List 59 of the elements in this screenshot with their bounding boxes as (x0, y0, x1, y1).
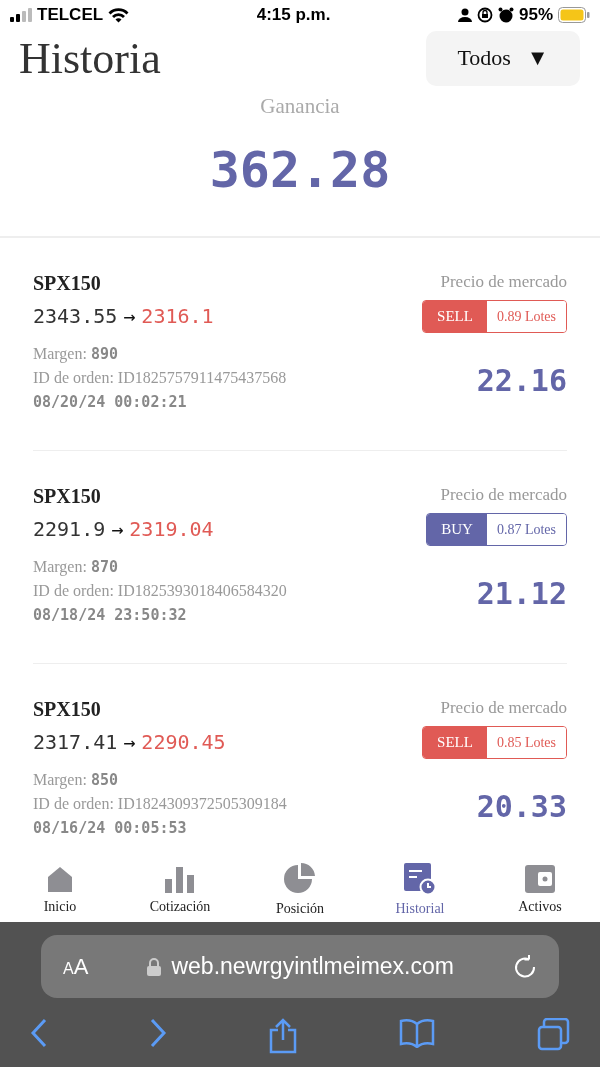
wifi-icon (108, 7, 130, 23)
open-price: 2291.9 (33, 517, 106, 541)
tab-bar-item[interactable]: Inicio (0, 858, 120, 922)
symbol-name: SPX150 (33, 485, 102, 509)
url-text: web.newrgyintlmeimex.com (171, 953, 454, 980)
open-price: 2343.55 (33, 304, 118, 328)
arrow-glyph: → (123, 304, 136, 328)
arrow-glyph: → (111, 517, 124, 541)
rotation-lock-icon (476, 7, 493, 23)
pie-chart-icon (284, 863, 316, 895)
symbol-name: SPX150 (33, 698, 102, 722)
side-lots-badge: BUY 0.87 Lotes (426, 513, 567, 546)
order-id-text: ID de orden: ID1825393018406584320 (33, 581, 287, 601)
open-price: 2317.41 (33, 730, 118, 754)
filter-dropdown[interactable]: Todos ▼ (426, 30, 580, 86)
order-datetime: 08/16/24 00:05:53 (33, 818, 188, 839)
address-bar[interactable]: AA web.newrgyintlmeimex.com (41, 935, 559, 998)
symbol-name: SPX150 (33, 272, 102, 296)
battery-percent: 95% (518, 5, 553, 25)
order-id-text: ID de orden: ID1824309372505309184 (33, 794, 287, 814)
order-type: Precio de mercado (440, 485, 567, 506)
margin-text: Margen: 890 (33, 344, 119, 365)
margin-text: Margen: 870 (33, 557, 119, 578)
profit-label: Ganancia (260, 94, 340, 119)
close-price: 2319.04 (129, 517, 214, 541)
margin-text: Margen: 850 (33, 770, 119, 791)
tab-bar-item[interactable]: Activos (480, 858, 600, 922)
profit-total: 362.28 (209, 141, 391, 199)
order-type: Precio de mercado (440, 272, 567, 293)
tab-bar-item[interactable]: Cotización (120, 858, 240, 922)
arrow-glyph: → (123, 730, 136, 754)
share-icon[interactable] (268, 1018, 298, 1054)
close-price: 2316.1 (141, 304, 214, 328)
lock-icon (147, 957, 162, 976)
bar-chart-icon (164, 865, 196, 893)
order-profit: 20.33 (476, 789, 567, 824)
order-type: Precio de mercado (440, 698, 567, 719)
wallet-icon (524, 865, 556, 893)
person-icon (457, 8, 472, 22)
order-datetime: 08/20/24 00:02:21 (33, 392, 188, 413)
clock-time: 4:15 p.m. (256, 5, 331, 25)
order-datetime: 08/18/24 23:50:32 (33, 605, 188, 626)
carrier-name: TELCEL (37, 5, 104, 25)
tab-bar-item[interactable]: Historial (360, 858, 480, 922)
order-id-text: ID de orden: ID1825757911475437568 (33, 368, 287, 388)
side-lots-badge: SELL 0.89 Lotes (422, 300, 567, 333)
close-price: 2290.45 (141, 730, 226, 754)
battery-icon (558, 7, 590, 23)
order-profit: 21.12 (476, 576, 567, 611)
tab-bar-item[interactable]: Posición (240, 858, 360, 922)
home-icon (46, 865, 74, 893)
page-title: Historia (19, 32, 161, 84)
order-profit: 22.16 (476, 363, 567, 398)
document-clock-icon (404, 863, 436, 895)
alarm-clock-icon (497, 7, 514, 23)
reload-icon[interactable] (513, 954, 537, 979)
text-size-button[interactable]: AA (63, 953, 89, 980)
signal-icon (10, 8, 32, 22)
side-lots-badge: SELL 0.85 Lotes (422, 726, 567, 759)
